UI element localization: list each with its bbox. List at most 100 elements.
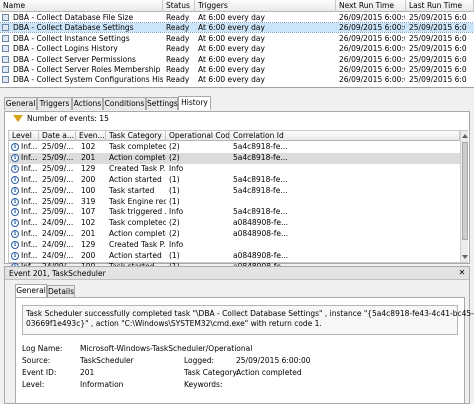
history-row[interactable]: i Inf... 24/09/... 102 Task completed (2) a084…: [9, 218, 460, 229]
event-category: Action started: [109, 174, 162, 184]
task-row[interactable]: DBA - Collect Server Roles Membership Rea…: [0, 65, 474, 74]
history-row[interactable]: i Inf... 25/09/... 100 Task started (1) 5a4c89…: [9, 186, 460, 197]
event-level: Inf...: [21, 229, 38, 239]
events-count: Number of events: 15: [27, 114, 109, 123]
event-id: 100: [81, 185, 96, 195]
event-correlation: 5a4c8918-fe...: [233, 152, 288, 162]
event-level: Inf...: [21, 218, 38, 228]
event-tab-general[interactable]: General: [15, 284, 47, 297]
scroll-up-arrow[interactable]: [462, 134, 468, 138]
event-date: 25/09/...: [42, 163, 74, 173]
event-correlation: 5a4c8918-fe...: [233, 142, 288, 151]
task-category-value: Action completed: [236, 368, 302, 377]
event-title: Event 201, TaskScheduler: [9, 269, 106, 278]
event-tabs: General Details: [15, 284, 95, 297]
info-icon: i: [11, 164, 19, 173]
event-op-code: (1): [169, 251, 180, 260]
event-detail: Event 201, TaskScheduler ✕ General Detai…: [4, 266, 474, 404]
task-last-run: 25/09/2015 6:0: [409, 13, 467, 22]
event-date: 24/09/...: [42, 251, 74, 260]
tab-settings[interactable]: Settings: [146, 97, 178, 110]
event-category: Action started: [109, 251, 162, 260]
event-id: 200: [81, 251, 96, 260]
event-category: Created Task P...: [109, 240, 166, 250]
task-row[interactable]: DBA - Collect Database File Size Ready At …: [0, 13, 474, 22]
task-row[interactable]: DBA - Collect Logins History Ready At 6:00…: [0, 44, 474, 53]
event-id-label: Event ID:: [22, 368, 57, 377]
task-trigger: At 6:00 every day: [198, 33, 265, 43]
history-row[interactable]: i Inf... 24/09/... 200 Action started (1) a084…: [9, 251, 460, 262]
col-level[interactable]: Level: [9, 131, 39, 141]
tab-triggers[interactable]: Triggers: [37, 97, 72, 110]
event-level: Inf...: [21, 251, 38, 260]
event-id: 319: [81, 196, 96, 206]
tab-conditions[interactable]: Conditions: [103, 97, 146, 110]
col-last-run[interactable]: Last Run Time: [406, 0, 474, 12]
history-row[interactable]: i Inf... 25/09/... 102 Task completed (2) 5a4c…: [9, 142, 460, 153]
log-name-label: Log Name:: [22, 344, 63, 353]
task-last-run: 25/09/2015 6:0: [409, 23, 467, 33]
event-id-value: 201: [80, 368, 95, 377]
history-scrollbar[interactable]: [460, 131, 468, 262]
history-row[interactable]: iInf... 25/09/... 319 Task Engine rec...(1): [9, 197, 460, 208]
event-date: 25/09/...: [42, 152, 74, 162]
task-next-run: 26/09/2015 6:00:00: [339, 23, 405, 33]
history-row[interactable]: iInf... 24/09/... 201 Action completed(2) a0…: [9, 229, 460, 240]
col-next-run[interactable]: Next Run Time: [336, 0, 406, 12]
level-label: Level:: [22, 380, 45, 389]
task-icon: [2, 24, 9, 32]
event-date: 25/09/...: [42, 142, 74, 151]
task-trigger: At 6:00 every day: [198, 65, 265, 74]
col-correlation[interactable]: Correlation Id: [230, 131, 460, 141]
logged-label: Logged:: [184, 356, 215, 365]
task-row[interactable]: DBA - Collect Instance Settings Ready At 6…: [0, 34, 474, 43]
source-label: Source:: [22, 356, 51, 365]
task-row[interactable]: DBA - Collect System Configurations Hist…: [0, 75, 474, 84]
task-list[interactable]: Name Status Triggers Next Run Time Last …: [0, 0, 474, 88]
event-category: Task completed: [109, 142, 166, 151]
task-row[interactable]: DBA - Collect Database Settings Ready At 6…: [0, 22, 474, 34]
info-icon: i: [11, 197, 19, 206]
task-icon: [2, 66, 9, 73]
col-status[interactable]: Status: [163, 0, 195, 12]
history-row[interactable]: i Inf... 25/09/... 200 Action started (1) 5a4c…: [9, 175, 460, 186]
event-message-box[interactable]: Task Scheduler successfully completed ta…: [22, 305, 474, 335]
task-trigger: At 6:00 every day: [198, 44, 265, 54]
tab-general[interactable]: General: [4, 97, 37, 110]
tab-history[interactable]: History: [178, 96, 211, 110]
col-name[interactable]: Name: [0, 0, 163, 12]
history-row[interactable]: i Inf... 25/09/... 129 Created Task P... Info: [9, 164, 460, 175]
event-general-pane: Task Scheduler successfully completed ta…: [15, 297, 474, 404]
history-row[interactable]: i Inf... 24/09/... 129 Created Task P... Info: [9, 240, 460, 251]
col-date[interactable]: Date a...: [39, 131, 76, 141]
task-rows: DBA - Collect Database File Size Ready At …: [0, 13, 474, 87]
task-trigger: At 6:00 every day: [198, 54, 265, 64]
col-triggers[interactable]: Triggers: [195, 0, 336, 12]
task-row[interactable]: DBA - Collect Server Permissions Ready At …: [0, 55, 474, 64]
info-icon: i: [11, 143, 19, 151]
task-icon: [2, 14, 9, 21]
task-tabs: General Triggers Actions Conditions Sett…: [4, 96, 474, 111]
history-grid[interactable]: Level Date a... Even... Task Category Op…: [8, 130, 468, 271]
history-panel: Number of events: 15 Level Date a... Eve…: [4, 111, 470, 271]
info-icon: i: [11, 186, 19, 195]
task-icon: [2, 34, 9, 42]
task-status: Ready: [166, 23, 190, 33]
scroll-thumb[interactable]: [462, 142, 468, 240]
col-op-code[interactable]: Operational Code: [166, 131, 230, 141]
event-category: Created Task P...: [109, 163, 166, 173]
log-name-value: Microsoft-Windows-TaskScheduler/Operatio…: [80, 344, 253, 353]
event-message-line2: 03669f1e493c}" , action "C:\Windows\SYST…: [26, 319, 322, 328]
history-row[interactable]: iInf... 25/09/... 201 Action completed(2) 5a…: [9, 152, 460, 164]
history-row[interactable]: i Inf... 25/09/... 107 Task triggered ... Inf…: [9, 207, 460, 218]
task-next-run: 26/09/2015 6:00:00: [339, 65, 405, 74]
event-date: 24/09/...: [42, 229, 74, 239]
col-event-id[interactable]: Even...: [76, 131, 106, 141]
col-task-category[interactable]: Task Category: [106, 131, 166, 141]
event-tab-details[interactable]: Details: [47, 285, 75, 297]
event-correlation: 5a4c8918-fe...: [233, 174, 288, 184]
info-icon: i: [11, 230, 19, 239]
close-icon[interactable]: ✕: [457, 268, 467, 278]
scroll-down-arrow[interactable]: [462, 255, 468, 259]
tab-actions[interactable]: Actions: [72, 97, 103, 110]
